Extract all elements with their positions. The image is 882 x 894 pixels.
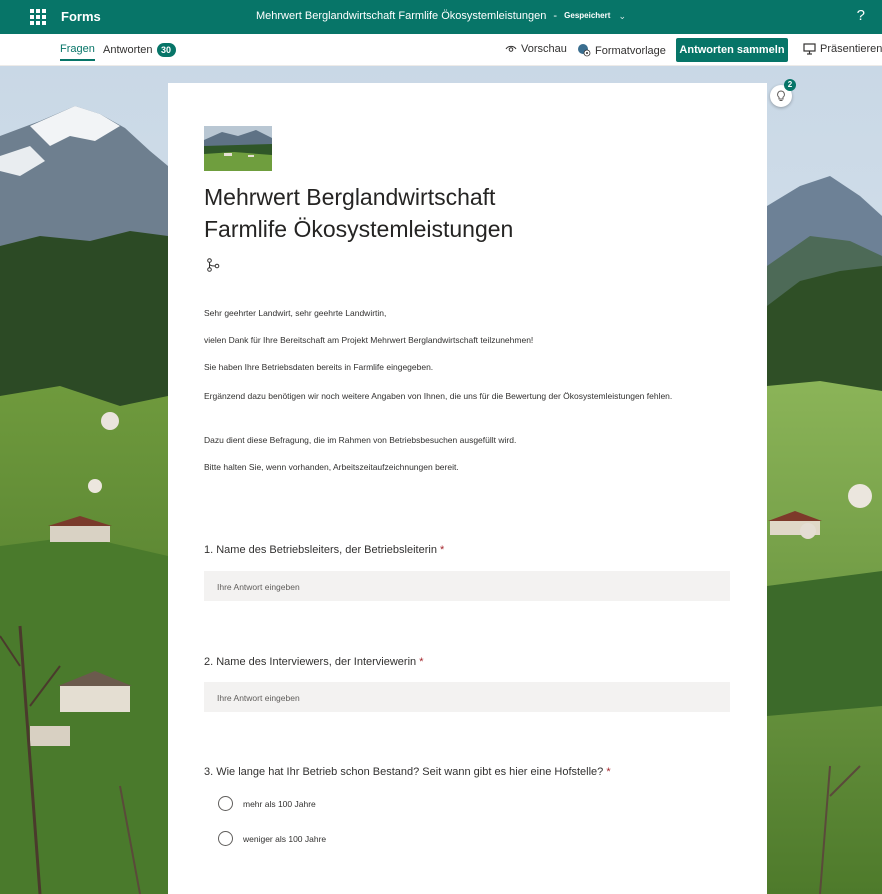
tab-responses-label: Antworten [103,44,153,56]
eye-icon [505,45,517,52]
present-label: Präsentieren [820,43,882,55]
theme-label: Formatvorlage [595,45,666,57]
collect-responses-button[interactable]: Antworten sammeln [676,38,788,62]
question-3-title: 3. Wie lange hat Ihr Betrieb schon Besta… [204,766,611,778]
question-text: 2. Name des Interviewers, der Interviewe… [204,656,417,668]
radio-button[interactable] [218,796,233,811]
form-header-image [204,126,272,171]
presentation-icon [803,43,816,55]
help-icon[interactable]: ? [857,7,865,24]
document-title: Mehrwert Berglandwirtschaft Farmlife Öko… [255,10,547,22]
present-button[interactable]: Präsentieren [803,43,882,55]
form-card: Mehrwert Berglandwirtschaft Farmlife Öko… [168,83,767,894]
save-status: Gespeichert [564,11,611,20]
tab-questions[interactable]: Fragen [60,43,95,61]
app-header: Forms Mehrwert Berglandwirtschaft Farmli… [0,0,882,34]
form-description-line: Ergänzend dazu benötigen wir noch weiter… [204,391,673,401]
command-bar: Fragen Antworten 30 Vorschau Formatvorlag… [0,34,882,66]
document-title-bar[interactable]: Mehrwert Berglandwirtschaft Farmlife Öko… [0,10,882,22]
question-text: 3. Wie lange hat Ihr Betrieb schon Besta… [204,766,604,778]
question-2-title: 2. Name des Interviewers, der Interviewe… [204,656,424,668]
form-description-line: vielen Dank für Ihre Bereitschaft am Pro… [204,335,534,345]
chevron-down-icon[interactable]: ⌄ [618,11,626,21]
branching-glyph [207,258,220,272]
choice-label: mehr als 100 Jahre [243,799,316,809]
preview-button[interactable]: Vorschau [505,43,567,55]
palette-icon [578,44,591,57]
question-1-answer-input[interactable]: Ihre Antwort eingeben [204,571,730,601]
ideas-count-badge: 2 [784,79,796,91]
choice-label: weniger als 100 Jahre [243,834,327,844]
preview-label: Vorschau [521,43,567,55]
required-marker: * [440,544,445,556]
required-marker: * [419,656,424,668]
form-description-line: Bitte halten Sie, wenn vorhanden, Arbeit… [204,462,459,472]
question-1-title: 1. Name des Betriebsleiters, der Betrieb… [204,544,444,556]
question-text: 1. Name des Betriebsleiters, der Betrieb… [204,544,437,556]
ideas-button[interactable]: 2 [770,79,796,107]
form-description-line: Dazu dient diese Befragung, die im Rahme… [204,435,517,445]
question-2-answer-input[interactable]: Ihre Antwort eingeben [204,682,730,712]
title-separator: - [553,10,558,22]
tab-questions-label: Fragen [60,43,95,55]
radio-button[interactable] [218,831,233,846]
form-title-line-2: Farmlife Ökosystemleistungen [204,216,514,242]
form-description-line: Sie haben Ihre Betriebsdaten bereits in … [204,362,434,372]
responses-count-badge: 30 [156,43,176,57]
branching-icon[interactable] [206,258,220,277]
landscape-thumbnail-image [204,126,272,171]
theme-button[interactable]: Formatvorlage [577,43,666,57]
form-title-line-1: Mehrwert Berglandwirtschaft [204,184,496,210]
required-marker: * [606,766,611,778]
form-title[interactable]: Mehrwert Berglandwirtschaft Farmlife Öko… [204,181,724,245]
tab-responses[interactable]: Antworten 30 [103,43,176,57]
form-description-line: Sehr geehrter Landwirt, sehr geehrte Lan… [204,308,387,318]
